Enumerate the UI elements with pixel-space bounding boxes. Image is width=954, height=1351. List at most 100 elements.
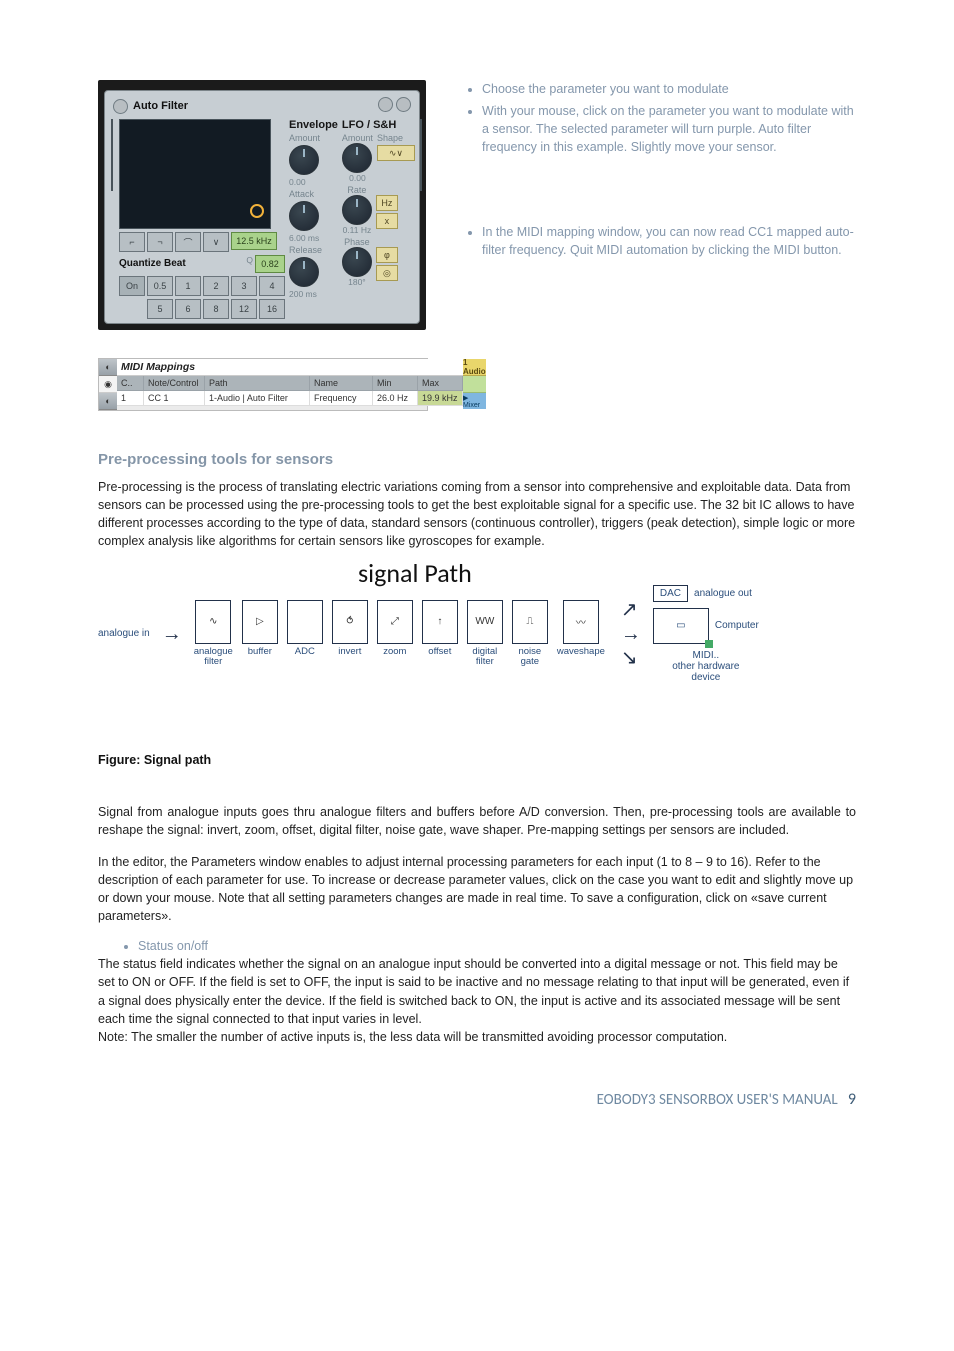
- signal-path-figure: signal Path analogue in → ∿analogue filt…: [98, 585, 856, 735]
- cell-name: Frequency: [310, 391, 373, 406]
- status-bullet: Status on/off: [138, 939, 856, 953]
- note-click-param: With your mouse, click on the parameter …: [482, 102, 856, 156]
- lfo-phase-val: 180°: [348, 277, 366, 287]
- qb-16[interactable]: 16: [259, 299, 285, 319]
- cap-buffer: buffer: [248, 647, 272, 657]
- filter-handle-icon[interactable]: [250, 204, 264, 218]
- section-heading: Pre-processing tools for sensors: [98, 451, 856, 468]
- qb-6[interactable]: 6: [175, 299, 201, 319]
- env-release-knob[interactable]: [289, 257, 319, 287]
- lfo-spin-toggle[interactable]: ◎: [376, 265, 398, 281]
- col-channel: C..: [117, 376, 144, 391]
- qb-4[interactable]: 4: [259, 276, 285, 296]
- arrow-icon: →: [162, 624, 182, 644]
- qb-8[interactable]: 8: [203, 299, 229, 319]
- analogue-out-label: analogue out: [694, 588, 752, 599]
- col-min: Min: [373, 376, 418, 391]
- notch-icon[interactable]: ∨: [203, 232, 229, 252]
- qb-on[interactable]: On: [119, 276, 145, 296]
- filter-block: ⌐ ¬ ⌒ ∨ 12.5 kHz Quantize Beat Q 0.82: [119, 119, 285, 319]
- right-column: Choose the parameter you want to modulat…: [464, 80, 856, 411]
- mapping-row[interactable]: 1 CC 1 1-Audio | Auto Filter Frequency 2…: [117, 391, 463, 406]
- midi-icon[interactable]: ◉: [99, 376, 117, 393]
- lfo-shape-selector[interactable]: ∿∨: [377, 145, 415, 161]
- plugin-title: Auto Filter: [133, 100, 188, 112]
- lfo-heading: LFO / S&H: [342, 119, 414, 131]
- arrow-right-icon: →: [621, 624, 641, 644]
- lfo-phi-toggle[interactable]: φ: [376, 247, 398, 263]
- lfo-amount-val: 0.00: [349, 173, 366, 183]
- node-buffer: ▷: [242, 600, 278, 644]
- node-invert: ⥀: [332, 600, 368, 644]
- auto-filter-panel[interactable]: Auto Filter: [104, 90, 420, 324]
- env-amount-knob[interactable]: [289, 145, 319, 175]
- hot-swap-icon[interactable]: [378, 97, 393, 112]
- page-number: 9: [848, 1090, 856, 1109]
- qb-3[interactable]: 3: [231, 276, 257, 296]
- lfo-rate-knob[interactable]: [342, 195, 372, 225]
- cap-analogue-filter: analogue filter: [194, 647, 233, 668]
- cap-invert: invert: [338, 647, 361, 657]
- device-enable-icon[interactable]: [113, 99, 128, 114]
- filter-graph[interactable]: [119, 119, 271, 229]
- lfo-column: LFO / S&H Amount 0.00 Shape ∿∨: [342, 119, 414, 319]
- mappings-header: C.. Note/Control Path Name Min Max: [117, 376, 463, 391]
- arrow-down-icon: ↘: [621, 648, 641, 668]
- node-digital-filter: WW: [467, 600, 503, 644]
- computer-label: Computer: [715, 620, 759, 631]
- auto-filter-window: Auto Filter: [98, 80, 426, 330]
- node-analogue-filter: ∿: [195, 600, 231, 644]
- qb-0p5[interactable]: 0.5: [147, 276, 173, 296]
- q-value[interactable]: 0.82: [255, 255, 285, 273]
- footer-title: EOBODY3 SENSORBOX USER'S MANUAL: [597, 1091, 838, 1109]
- lfo-amount-knob[interactable]: [342, 143, 372, 173]
- para-editor: In the editor, the Parameters window ena…: [98, 853, 856, 926]
- lfo-x-toggle[interactable]: x: [376, 213, 398, 229]
- mappings-left-icons: ◐ ◉ ◐: [99, 359, 117, 410]
- qb-5[interactable]: 5: [147, 299, 173, 319]
- mappings-table: MIDI Mappings C.. Note/Control Path Name…: [117, 359, 463, 410]
- right-slider[interactable]: [420, 119, 422, 191]
- save-preset-icon[interactable]: [396, 97, 411, 112]
- dac-box: DAC: [653, 585, 688, 602]
- signal-outputs: DAC analogue out ▭ Computer MIDI.. other…: [653, 585, 759, 683]
- plugin-body: ⌐ ¬ ⌒ ∨ 12.5 kHz Quantize Beat Q 0.82: [109, 119, 415, 319]
- lfo-phase-label: Phase: [344, 237, 370, 247]
- cap-zoom: zoom: [383, 647, 406, 657]
- filter-type-row: ⌐ ¬ ⌒ ∨ 12.5 kHz: [119, 232, 285, 252]
- cell-channel: 1: [117, 391, 144, 406]
- qb-1[interactable]: 1: [175, 276, 201, 296]
- node-zoom: ⤢: [377, 600, 413, 644]
- freq-value[interactable]: 12.5 kHz: [231, 232, 277, 250]
- note-choose-param: Choose the parameter you want to modulat…: [482, 80, 856, 98]
- top-two-column: Auto Filter: [98, 80, 856, 411]
- midi-out-label: MIDI.. other hardware device: [653, 650, 759, 683]
- quantize-beat-label: Quantize Beat: [119, 258, 186, 271]
- para-status-note: Note: The smaller the number of active i…: [98, 1028, 856, 1046]
- analogue-in-label: analogue in: [98, 628, 150, 639]
- lp-icon[interactable]: ⌐: [119, 232, 145, 252]
- qb-2[interactable]: 2: [203, 276, 229, 296]
- bp-icon[interactable]: ⌒: [175, 232, 201, 252]
- qb-12[interactable]: 12: [231, 299, 257, 319]
- io-icon[interactable]: ◐: [99, 359, 117, 376]
- left-slider[interactable]: [111, 119, 113, 191]
- env-amount-label: Amount: [289, 133, 338, 143]
- cell-note: CC 1: [144, 391, 205, 406]
- env-amount-val: 0.00: [289, 177, 338, 187]
- audio-icon[interactable]: ◐: [99, 393, 117, 410]
- cell-min: 26.0 Hz: [373, 391, 418, 406]
- q-label: Q: [246, 255, 253, 273]
- hp-icon[interactable]: ¬: [147, 232, 173, 252]
- cell-path: 1-Audio | Auto Filter: [205, 391, 310, 406]
- mappings-title: MIDI Mappings: [117, 359, 463, 376]
- status-bullet-list: Status on/off: [98, 939, 856, 953]
- col-note: Note/Control: [144, 376, 205, 391]
- lfo-rate-val: 0.11 Hz: [343, 225, 372, 235]
- cap-noise-gate: noise gate: [518, 647, 541, 668]
- env-attack-knob[interactable]: [289, 201, 319, 231]
- lfo-hz-toggle[interactable]: Hz: [376, 195, 398, 211]
- lfo-phase-knob[interactable]: [342, 247, 372, 277]
- para-status: The status field indicates whether the s…: [98, 955, 856, 1028]
- cap-digital-filter: digital filter: [472, 647, 497, 668]
